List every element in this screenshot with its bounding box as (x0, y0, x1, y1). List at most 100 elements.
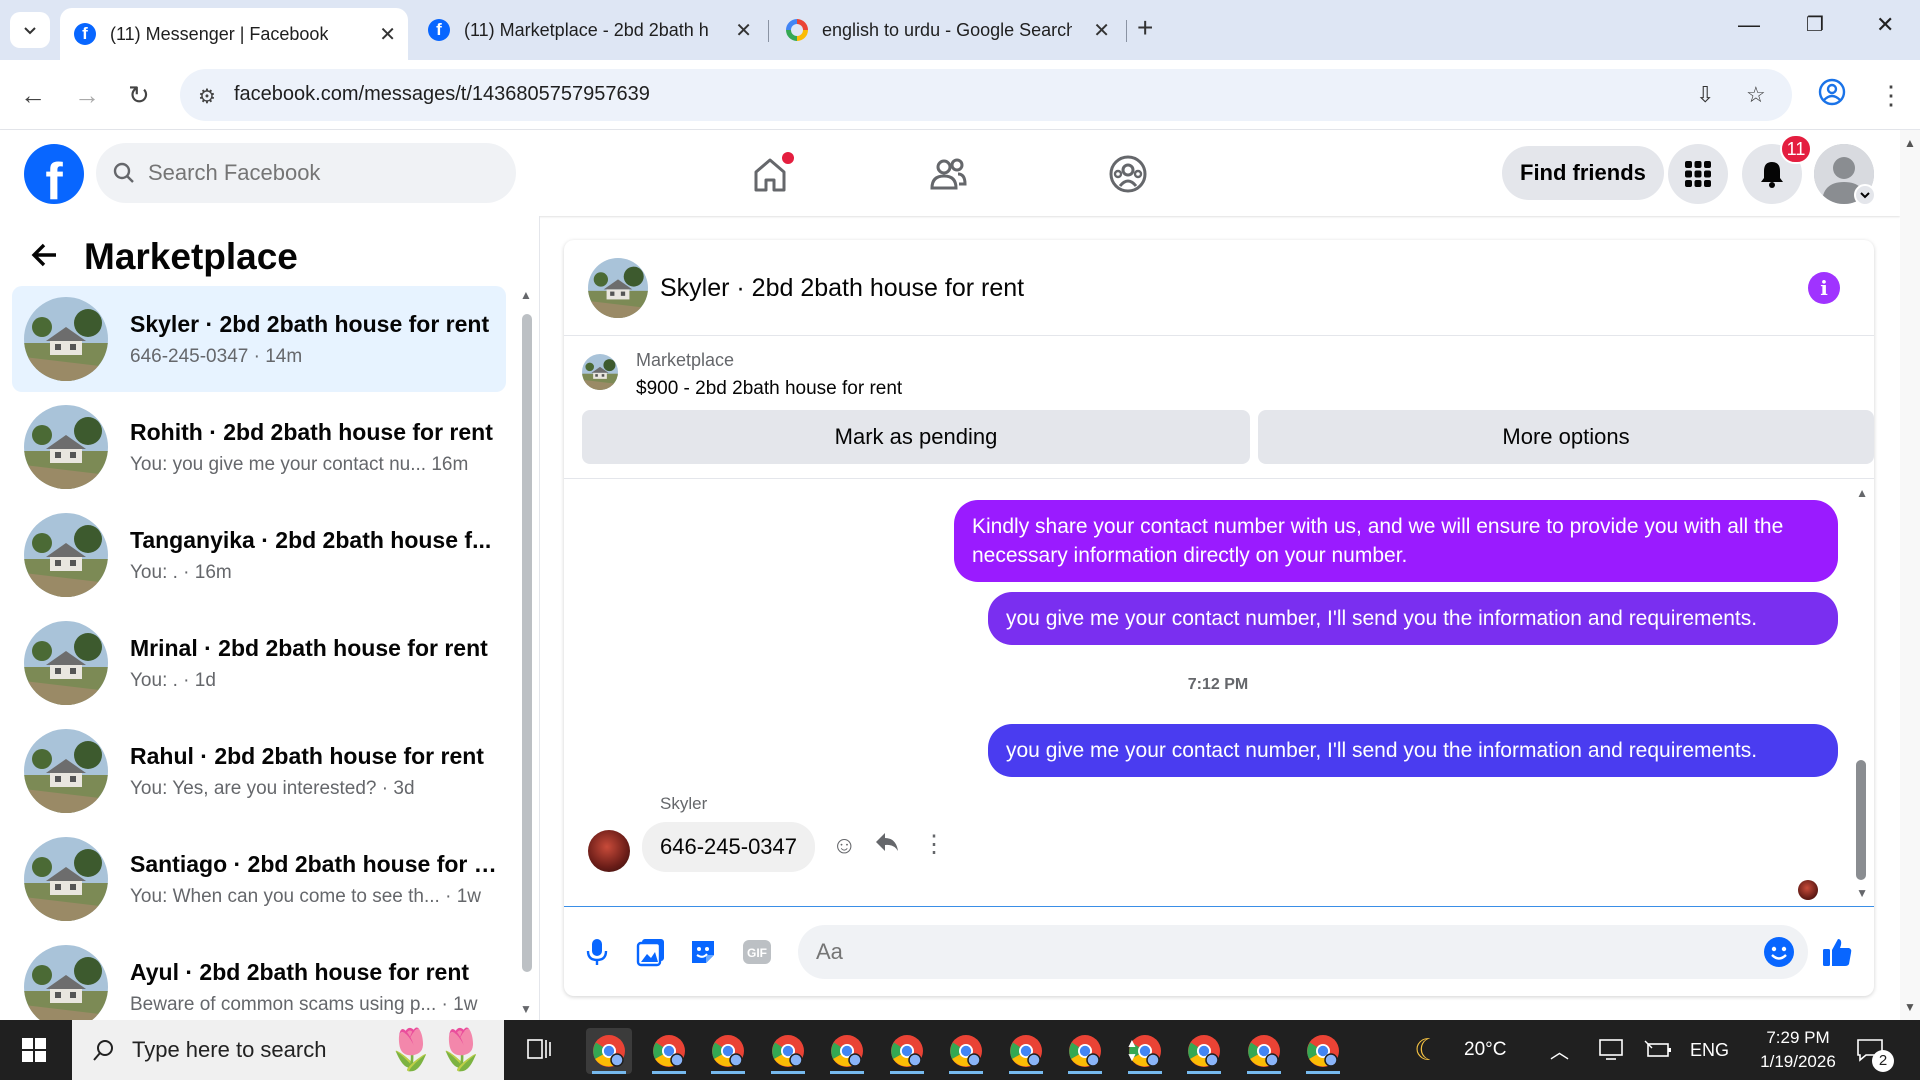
install-app-icon[interactable]: ⇩ (1696, 82, 1714, 108)
chrome-taskbar-icon[interactable] (646, 1028, 692, 1074)
scroll-down-arrow-icon[interactable]: ▼ (1904, 1000, 1916, 1014)
reply-icon[interactable] (874, 830, 900, 861)
conversation-item[interactable]: Tanganyika · 2bd 2bath house f... You: . … (12, 502, 506, 608)
forward-arrow-icon[interactable]: → (74, 80, 100, 111)
conversation-item[interactable]: Ayul · 2bd 2bath house for rent Beware of… (12, 934, 506, 1020)
sidebar-scrollbar-thumb[interactable] (522, 314, 532, 972)
incoming-message[interactable]: 646-245-0347 (642, 822, 816, 872)
network-icon[interactable] (1598, 1020, 1624, 1080)
friends-icon[interactable] (926, 152, 970, 196)
taskbar-scroll[interactable]: ▲ ▼ (1122, 1020, 1142, 1080)
outgoing-message[interactable]: Kindly share your contact number with us… (954, 500, 1838, 582)
sticker-icon[interactable] (686, 935, 720, 969)
more-actions-icon[interactable]: ⋮ (922, 830, 946, 859)
page-scrollbar[interactable]: ▲ ▼ (1900, 130, 1920, 1020)
action-center-icon[interactable]: 2 (1856, 1020, 1894, 1080)
gif-icon[interactable]: GIF (740, 935, 774, 969)
conversation-item[interactable]: Rahul · 2bd 2bath house for rent You: Yes… (12, 718, 506, 824)
new-tab-button[interactable]: + (1137, 12, 1153, 44)
find-friends-button[interactable]: Find friends (1502, 146, 1664, 200)
tab-marketplace[interactable]: f (11) Marketplace - 2bd 2bath h ✕ (414, 8, 764, 52)
photo-icon[interactable] (634, 935, 668, 969)
listing-avatar[interactable] (588, 258, 648, 318)
scroll-down-arrow-icon[interactable]: ▼ (1856, 886, 1868, 900)
chrome-taskbar-icon[interactable] (586, 1028, 632, 1074)
scroll-down-arrow-icon[interactable]: ▼ (520, 1002, 532, 1016)
back-arrow-icon[interactable] (30, 240, 60, 279)
conversation-name: Mrinal · 2bd 2bath house for rent (130, 634, 488, 661)
conversation-item[interactable]: Skyler · 2bd 2bath house for rent 646-245… (12, 286, 506, 392)
temperature[interactable]: 20°C (1464, 1020, 1506, 1080)
conversation-item[interactable]: Santiago · 2bd 2bath house for r... You: … (12, 826, 506, 932)
conversation-list-pane: Marketplace Skyler · 2bd 2bath house for… (0, 216, 540, 1020)
groups-icon[interactable] (1106, 152, 1150, 196)
scroll-up-arrow-icon[interactable]: ▲ (520, 288, 532, 302)
listing-thumbnail[interactable] (582, 354, 618, 390)
home-icon[interactable] (748, 152, 794, 196)
react-emoji-icon[interactable]: ☺ (832, 832, 857, 860)
tab-messenger[interactable]: f (11) Messenger | Facebook ✕ (60, 8, 408, 60)
chrome-taskbar-icon[interactable] (1062, 1028, 1108, 1074)
menu-grid-button[interactable] (1668, 144, 1728, 204)
facebook-search[interactable] (96, 143, 516, 203)
chrome-taskbar-icon[interactable] (765, 1028, 811, 1074)
sender-avatar[interactable] (588, 830, 630, 872)
clock[interactable]: 7:29 PM 1/19/2026 (1750, 1020, 1846, 1080)
close-icon[interactable]: ✕ (735, 18, 752, 43)
window-close-icon[interactable]: ✕ (1876, 12, 1894, 38)
url-text[interactable]: facebook.com/messages/t/1436805757957639 (234, 83, 650, 106)
windows-start-icon[interactable] (22, 1038, 46, 1062)
address-bar[interactable]: ⚙ facebook.com/messages/t/14368057579576… (180, 69, 1792, 121)
chrome-taskbar-icon[interactable] (705, 1028, 751, 1074)
conversation-preview: You: When can you come to see th... · 1w (130, 885, 481, 907)
chrome-taskbar-icon[interactable] (1300, 1028, 1346, 1074)
conversation-text: Rohith · 2bd 2bath house for rent You: yo… (130, 419, 500, 476)
outgoing-message[interactable]: you give me your contact number, I'll se… (988, 592, 1838, 645)
profile-icon[interactable] (1818, 78, 1846, 113)
conversation-item[interactable]: Rohith · 2bd 2bath house for rent You: yo… (12, 394, 506, 500)
chevron-up-icon[interactable]: ︿ (1550, 1020, 1569, 1080)
conversation-item[interactable]: Mrinal · 2bd 2bath house for rent You: . … (12, 610, 506, 716)
menu-kebab-icon[interactable]: ⋮ (1878, 80, 1904, 111)
facebook-logo[interactable]: f (24, 144, 84, 204)
back-arrow-icon[interactable]: ← (20, 80, 46, 111)
chrome-taskbar-icon[interactable] (943, 1028, 989, 1074)
tab-google-search[interactable]: english to urdu - Google Search ✕ (772, 8, 1122, 52)
language-indicator[interactable]: ENG (1690, 1020, 1729, 1080)
scroll-up-arrow-icon[interactable]: ▲ (1904, 136, 1916, 150)
bookmark-star-icon[interactable]: ☆ (1746, 82, 1766, 108)
listing-price[interactable]: $900 - 2bd 2bath house for rent (636, 378, 902, 400)
message-input[interactable] (798, 925, 1808, 979)
outgoing-message[interactable]: you give me your contact number, I'll se… (988, 724, 1838, 777)
taskbar-search[interactable]: Type here to search 🌷🌷 (72, 1020, 504, 1080)
chrome-taskbar-icon[interactable] (1003, 1028, 1049, 1074)
search-input[interactable] (148, 160, 448, 186)
chrome-taskbar-icon[interactable] (1241, 1028, 1287, 1074)
battery-icon[interactable] (1644, 1020, 1672, 1080)
info-icon[interactable]: i (1808, 272, 1840, 304)
task-view-icon[interactable] (526, 1036, 552, 1062)
close-icon[interactable]: ✕ (379, 22, 396, 47)
emoji-icon[interactable] (1762, 935, 1796, 969)
chat-title[interactable]: Skyler · 2bd 2bath house for rent (660, 274, 1024, 303)
site-info-icon[interactable]: ⚙ (198, 84, 216, 109)
microphone-icon[interactable] (580, 935, 614, 969)
minimize-icon[interactable]: — (1738, 12, 1760, 38)
reload-icon[interactable]: ↻ (128, 80, 150, 111)
thumbs-up-icon[interactable] (1820, 935, 1854, 969)
tab-search-button[interactable] (10, 12, 50, 48)
account-menu-chevron[interactable] (1854, 184, 1876, 206)
mark-as-pending-button[interactable]: Mark as pending (582, 410, 1250, 464)
close-icon[interactable]: ✕ (1093, 18, 1110, 43)
chrome-taskbar-icon[interactable] (1181, 1028, 1227, 1074)
chrome-taskbar-icon[interactable] (884, 1028, 930, 1074)
chrome-taskbar-icon[interactable] (824, 1028, 870, 1074)
restore-icon[interactable]: ❐ (1806, 12, 1824, 37)
tab-title: (11) Marketplace - 2bd 2bath h (464, 19, 709, 40)
more-options-button[interactable]: More options (1258, 410, 1874, 464)
chat-scrollbar-thumb[interactable] (1856, 760, 1866, 880)
conversation-text: Rahul · 2bd 2bath house for rent You: Yes… (130, 743, 500, 800)
bell-icon (1761, 162, 1783, 188)
scroll-up-arrow-icon[interactable]: ▲ (1856, 486, 1868, 500)
weather-moon-icon[interactable]: ☾ (1414, 1020, 1441, 1080)
